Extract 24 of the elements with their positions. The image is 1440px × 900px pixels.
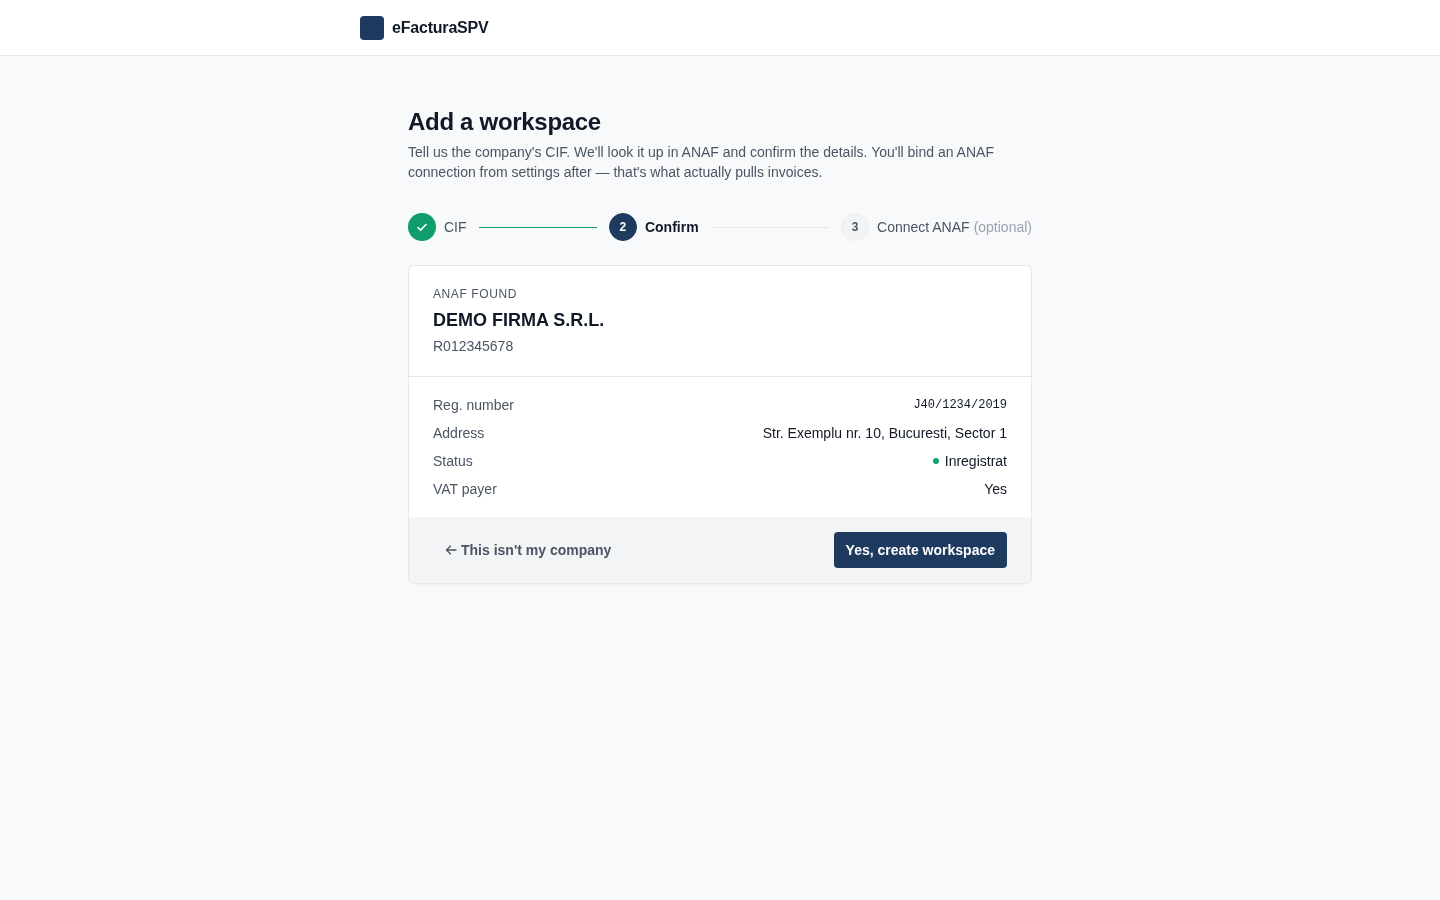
brand-name: eFacturaSPV	[392, 18, 489, 37]
left-arrow-icon	[445, 544, 457, 556]
detail-label: VAT payer	[433, 481, 497, 497]
step-number: 3	[841, 213, 869, 241]
detail-label: Reg. number	[433, 397, 514, 413]
logo-icon	[360, 15, 384, 40]
step-label: Connect ANAF	[877, 219, 970, 235]
company-name: DEMO FIRMA S.R.L.	[433, 309, 606, 332]
detail-value: J40/1234/2019	[913, 398, 1007, 412]
back-link[interactable]: This isn't my company	[433, 534, 624, 566]
page-description: Tell us the company's CIF. We'll look it up in ANAF and confirm the details. You'll bind an ANAF connection from settings after — that's what actually pulls invoices.	[408, 143, 995, 182]
step-note: (optional)	[973, 219, 1032, 235]
page-title: Add a workspace	[408, 107, 602, 137]
detail-label: Address	[433, 425, 485, 441]
card-eyebrow: ANAF FOUND	[433, 286, 518, 302]
detail-value: Str. Exemplu nr. 10, Bucuresti, Sector 1	[762, 425, 1007, 441]
detail-value: Inregistrat	[944, 453, 1007, 469]
step-label: Confirm	[644, 219, 699, 235]
create-workspace-button[interactable]: Yes, create workspace	[833, 532, 1007, 568]
step-number: 2	[608, 213, 637, 241]
detail-value: Yes	[984, 481, 1007, 497]
step-label: CIF	[444, 219, 467, 235]
detail-label: Status	[433, 453, 473, 469]
company-cif: R012345678	[433, 337, 515, 356]
